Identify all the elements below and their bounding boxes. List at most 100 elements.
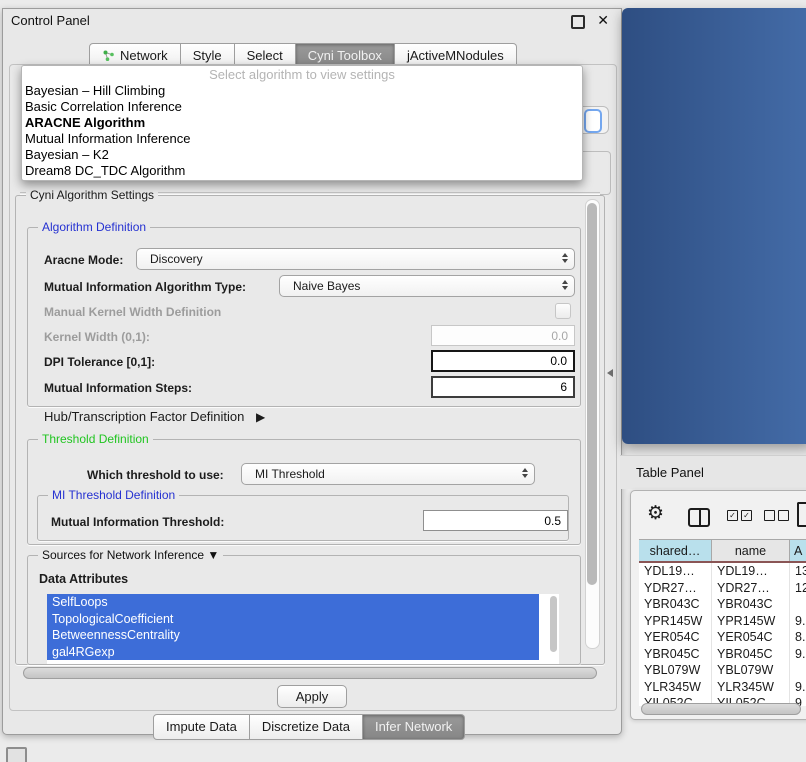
float-window-button[interactable]: [571, 15, 585, 29]
algorithm-dropdown-prompt: Select algorithm to view settings: [22, 66, 582, 83]
deselect-all-icon2[interactable]: [778, 510, 789, 521]
algorithm-option[interactable]: Bayesian – K2: [22, 147, 582, 163]
tab-discretize-data[interactable]: Discretize Data: [250, 714, 363, 740]
data-attributes-label: Data Attributes: [39, 572, 128, 586]
mi-algorithm-type-label: Mutual Information Algorithm Type:: [44, 280, 246, 294]
mi-threshold-field[interactable]: 0.5: [423, 510, 568, 531]
table-cell: 9.: [789, 679, 806, 696]
sources-group-title[interactable]: Sources for Network Inference ▼: [38, 548, 223, 562]
table-cell: YBL079W: [639, 662, 711, 679]
column-header-name[interactable]: name: [711, 540, 789, 561]
table-cell: YLR345W: [639, 679, 711, 696]
data-attribute-item[interactable]: SelfLoops: [47, 594, 539, 611]
table-cell: YDL19…: [639, 563, 711, 580]
table-row[interactable]: YBL079WYBL079W: [639, 662, 806, 679]
mi-threshold-definition-title: MI Threshold Definition: [48, 488, 179, 502]
table-row[interactable]: YDR27…YDR27…12: [639, 580, 806, 597]
collapsed-arrow-icon: ▶: [256, 410, 265, 424]
table-panel-header: Table Panel: [620, 455, 806, 489]
columns-icon[interactable]: [688, 508, 710, 527]
kernel-width-label: Kernel Width (0,1):: [44, 330, 150, 344]
algorithm-option[interactable]: Basic Correlation Inference: [22, 99, 582, 115]
close-window-button[interactable]: ✕: [597, 12, 609, 29]
table-cell: YDR27…: [639, 580, 711, 597]
mi-threshold-label: Mutual Information Threshold:: [51, 515, 224, 529]
tab-infer-network[interactable]: Infer Network: [363, 714, 465, 740]
table-cell: YPR145W: [639, 613, 711, 630]
mi-steps-field[interactable]: 6: [431, 376, 575, 398]
deselect-all-icon[interactable]: [764, 510, 775, 521]
table-cell: YLR345W: [711, 679, 789, 696]
control-panel-window: Control Panel ✕ Network Style Select Cyn…: [2, 8, 622, 735]
data-attribute-item[interactable]: gal4RGexp: [47, 644, 539, 661]
mi-algorithm-type-value: Naive Bayes: [293, 279, 360, 293]
table-cell: YBL079W: [711, 662, 789, 679]
data-attribute-item[interactable]: BetweennessCentrality: [47, 627, 539, 644]
aracne-mode-value: Discovery: [150, 252, 203, 266]
select-all-icon[interactable]: ✓: [727, 510, 738, 521]
dock-panel-button[interactable]: [6, 747, 27, 762]
table-cell: [789, 596, 806, 613]
obscured-combo-fragment: [582, 106, 609, 134]
column-header-shared-name[interactable]: shared…: [639, 540, 711, 561]
column-header-clipped[interactable]: A: [789, 540, 806, 561]
attributes-scrollbar-thumb[interactable]: [550, 596, 557, 652]
table-cell: YBR045C: [711, 646, 789, 663]
aracne-mode-select[interactable]: Discovery: [136, 248, 575, 270]
stepper-icon: [562, 253, 568, 263]
select-all-icon2[interactable]: ✓: [741, 510, 752, 521]
which-threshold-select[interactable]: MI Threshold: [241, 463, 535, 485]
algorithm-definition-title: Algorithm Definition: [38, 220, 150, 234]
table-row[interactable]: YDL19…YDL19…13: [639, 563, 806, 580]
hub-factor-expander[interactable]: Hub/Transcription Factor Definition ▶: [44, 409, 265, 424]
sources-h-scrollbar[interactable]: [23, 667, 597, 679]
kernel-width-field[interactable]: 0.0: [431, 325, 575, 346]
tab-impute-data[interactable]: Impute Data: [153, 714, 250, 740]
stepper-icon: [562, 280, 568, 290]
algorithm-dropdown-popup: Select algorithm to view settings Bayesi…: [21, 65, 583, 181]
table-cell: YDL19…: [711, 563, 789, 580]
window-title: Control Panel: [11, 13, 90, 28]
table-header-row: shared… name A: [639, 539, 806, 563]
table-cell: YDR27…: [711, 580, 789, 597]
table-cell: YER054C: [711, 629, 789, 646]
table-cell: 8.: [789, 629, 806, 646]
threshold-definition-title: Threshold Definition: [38, 432, 153, 446]
table-cell: YER054C: [639, 629, 711, 646]
algorithm-option[interactable]: Mutual Information Inference: [22, 131, 582, 147]
dpi-tolerance-field[interactable]: 0.0: [431, 350, 575, 372]
table-cell: YBR045C: [639, 646, 711, 663]
algorithm-option[interactable]: ARACNE Algorithm: [22, 115, 582, 131]
algorithm-option-list: Bayesian – Hill ClimbingBasic Correlatio…: [22, 83, 582, 179]
file-icon[interactable]: [797, 502, 806, 527]
table-cell: YBR043C: [711, 596, 789, 613]
table-row[interactable]: YLR345WYLR345W9.: [639, 679, 806, 696]
mi-algorithm-type-select[interactable]: Naive Bayes: [279, 275, 575, 297]
algorithm-option[interactable]: Dream8 DC_TDC Algorithm: [22, 163, 582, 179]
mi-steps-label: Mutual Information Steps:: [44, 381, 192, 395]
expanded-arrow-icon: ▼: [207, 548, 219, 562]
manual-kernel-checkbox[interactable]: [555, 303, 571, 319]
table-row[interactable]: YBR043CYBR043C: [639, 596, 806, 613]
which-threshold-value: MI Threshold: [255, 467, 325, 481]
table-body: YDL19…YDL19…13YDR27…YDR27…12YBR043CYBR04…: [639, 563, 806, 706]
table-row[interactable]: YBR045CYBR045C9.: [639, 646, 806, 663]
splitter-collapse-icon[interactable]: [607, 369, 613, 377]
table-cell: 12: [789, 580, 806, 597]
table-cell: YPR145W: [711, 613, 789, 630]
node-table: shared… name A YDL19…YDL19…13YDR27…YDR27…: [639, 539, 806, 706]
table-row[interactable]: YPR145WYPR145W9.: [639, 613, 806, 630]
algorithm-option[interactable]: Bayesian – Hill Climbing: [22, 83, 582, 99]
apply-button[interactable]: Apply: [277, 685, 347, 708]
dpi-tolerance-label: DPI Tolerance [0,1]:: [44, 355, 155, 369]
control-panel-titlebar: Control Panel ✕: [3, 9, 621, 33]
settings-scrollbar-thumb[interactable]: [587, 203, 597, 585]
table-row[interactable]: YER054CYER054C8.: [639, 629, 806, 646]
table-cell: 13: [789, 563, 806, 580]
manual-kernel-label: Manual Kernel Width Definition: [44, 305, 221, 319]
settings-scrollbar-track[interactable]: [585, 199, 600, 649]
table-h-scrollbar[interactable]: [641, 703, 803, 714]
gear-icon[interactable]: ⚙: [647, 504, 664, 523]
data-attribute-item[interactable]: TopologicalCoefficient: [47, 611, 539, 628]
aracne-mode-label: Aracne Mode:: [44, 253, 123, 267]
